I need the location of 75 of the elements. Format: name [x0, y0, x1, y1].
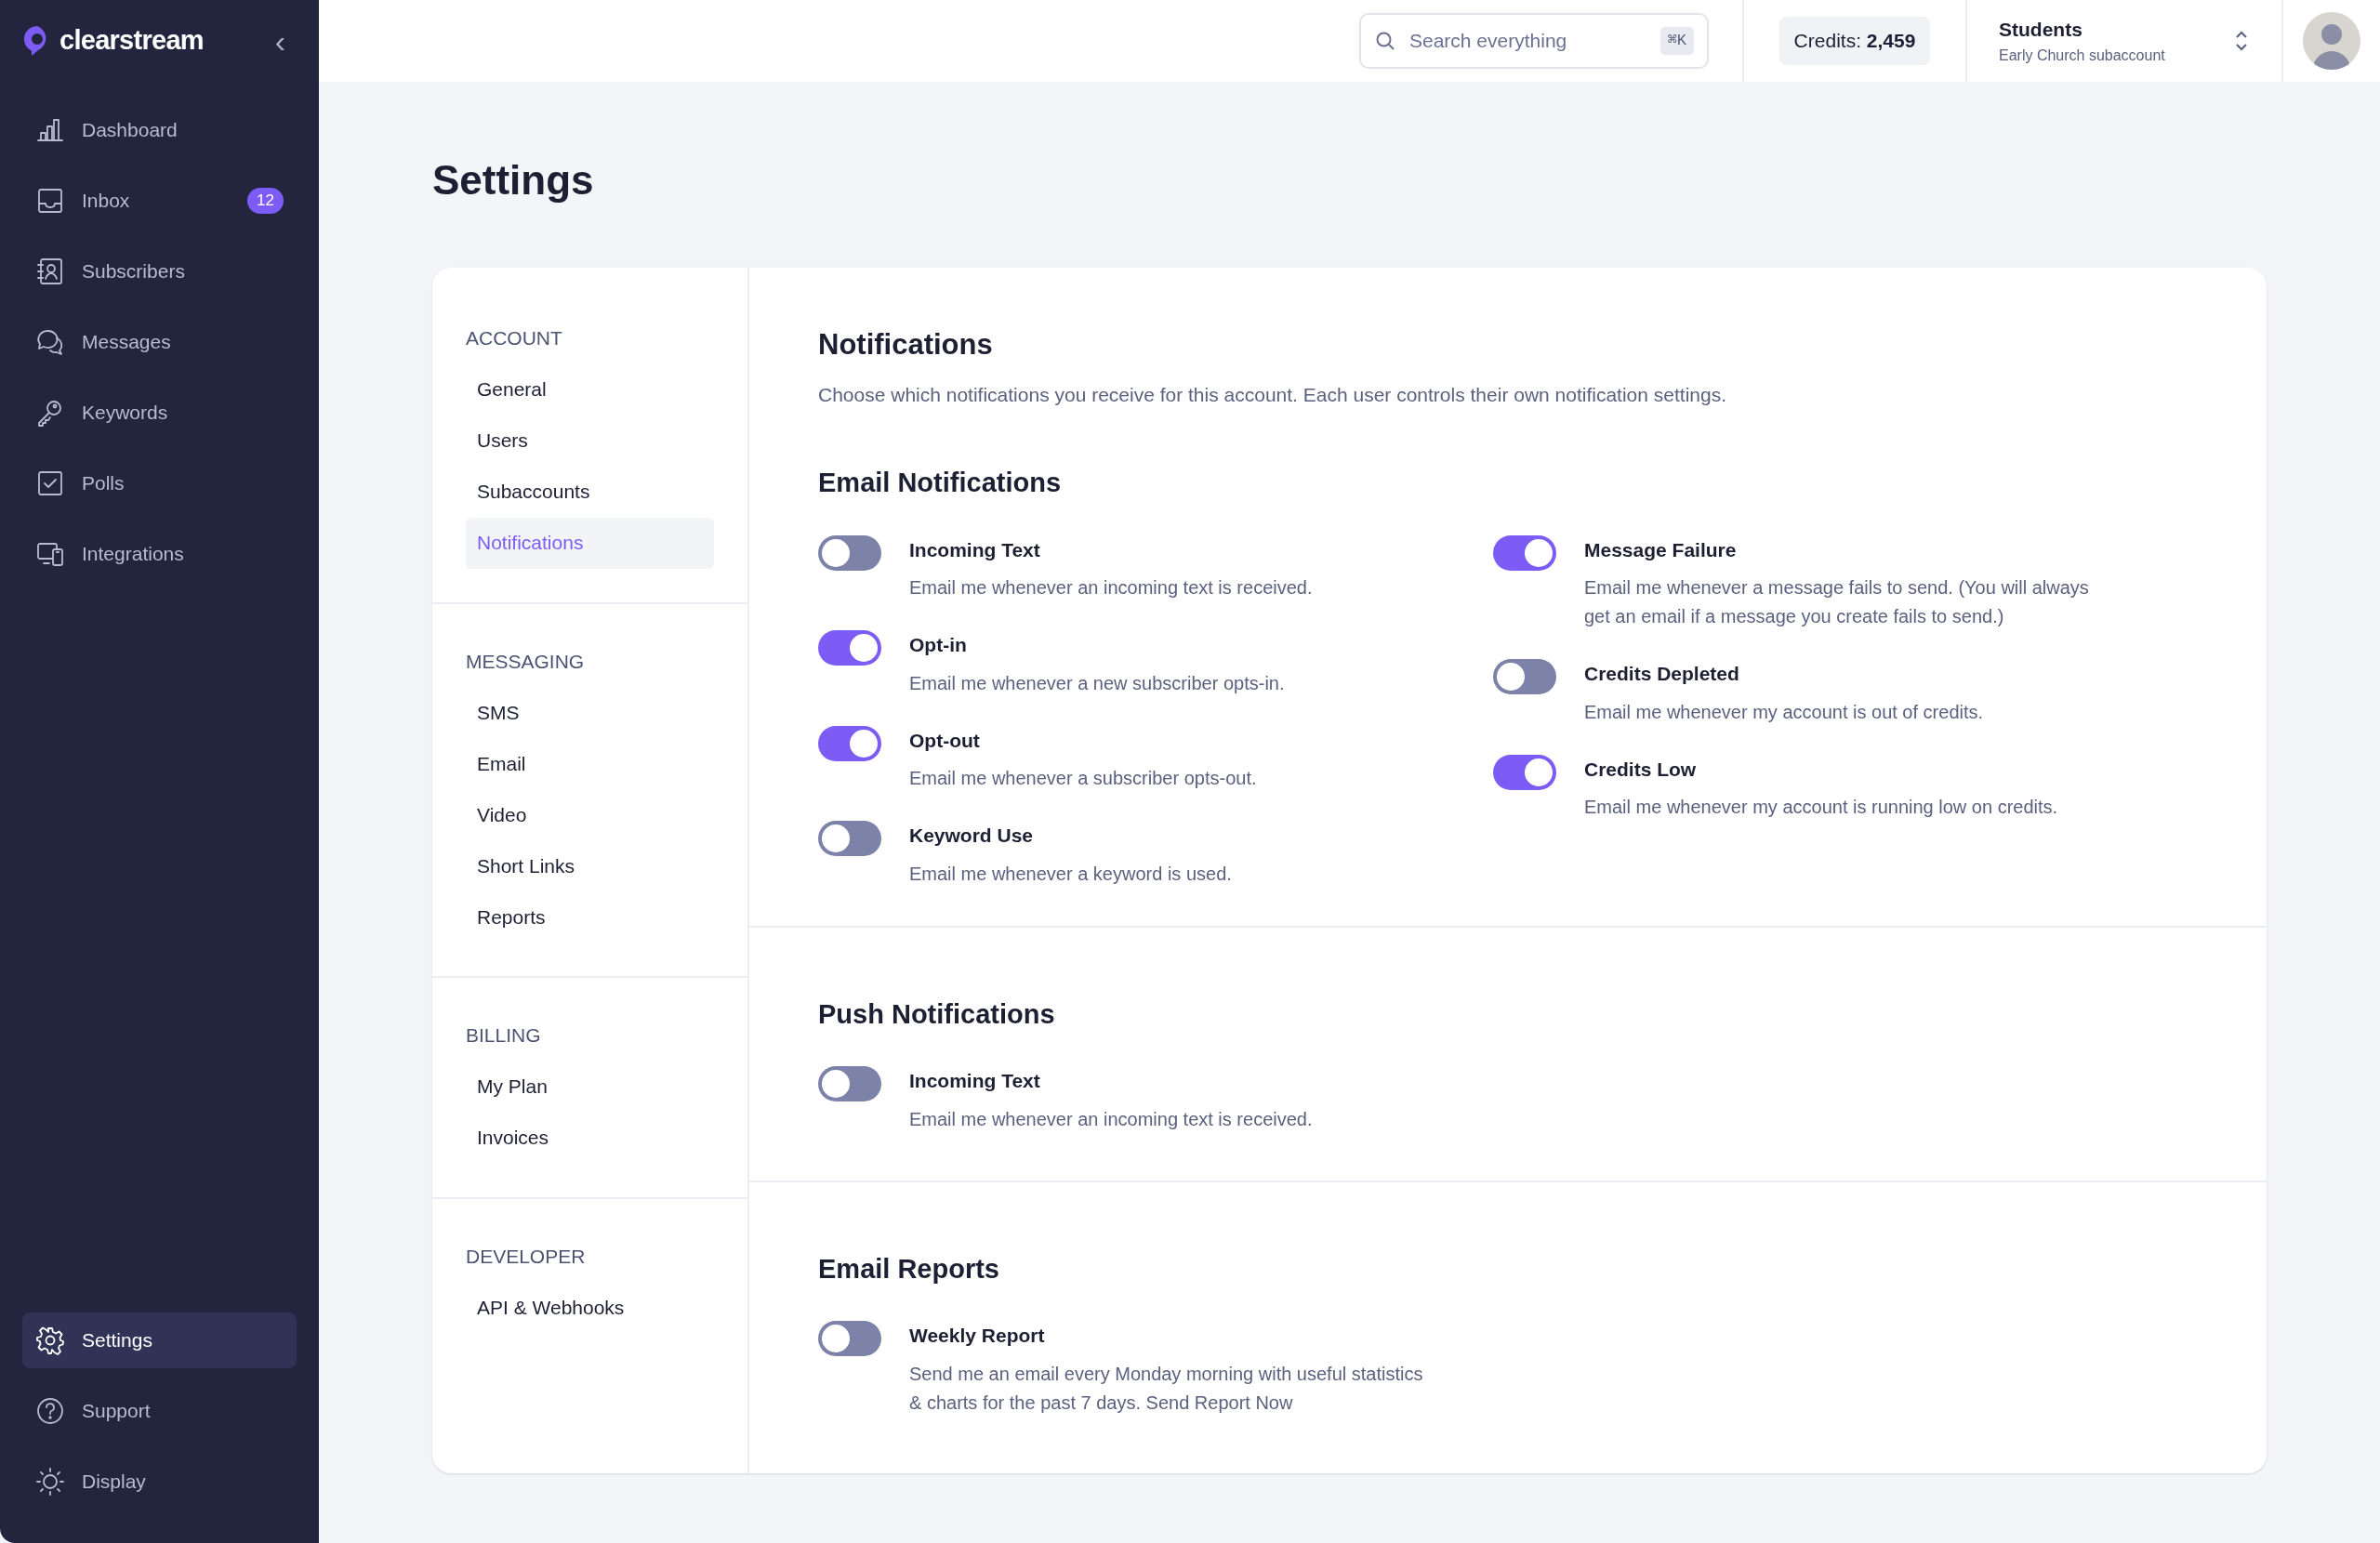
sidebar-item[interactable]: Dashboard: [22, 102, 297, 158]
option-title: Incoming Text: [909, 1069, 1041, 1093]
option-title: Opt-out: [909, 728, 981, 753]
settings-nav-item[interactable]: Video: [466, 789, 714, 840]
account-name: Students: [1999, 18, 2083, 43]
chat-bubbles-icon: [35, 327, 65, 357]
credits-badge: Credits: 2,459: [1778, 17, 1931, 65]
option-title: Incoming Text: [909, 537, 1041, 562]
settings-nav-item[interactable]: My Plan: [466, 1061, 714, 1113]
account-subtitle: Early Church subaccount: [1999, 46, 2165, 65]
nav-section-heading: MESSAGING: [466, 649, 586, 674]
section-title: Notifications: [818, 327, 994, 363]
sidebar-item[interactable]: Inbox 12: [22, 173, 297, 229]
settings-nav-item[interactable]: API & Webhooks: [466, 1282, 714, 1333]
sidebar-item[interactable]: Polls: [22, 455, 297, 511]
option-description: Email me whenever a new subscriber opts-in.: [909, 671, 1285, 695]
toggle-switch[interactable]: [818, 821, 881, 856]
settings-icon: [35, 1325, 65, 1355]
option-description: Email me whenever a subscriber opts-out.: [909, 767, 1257, 790]
nav-section-heading: ACCOUNT: [466, 326, 563, 350]
account-switcher[interactable]: Students Early Church subaccount: [1965, 0, 2281, 82]
option-description: Email me whenever a keyword is used.: [909, 862, 1232, 886]
toggle-switch[interactable]: [1493, 534, 1556, 571]
option-title: Message Failure: [1584, 537, 1738, 562]
toggle-switch[interactable]: [818, 725, 881, 761]
section-heading: Push Notifications: [818, 997, 1056, 1031]
help-circle-icon: [35, 1396, 65, 1426]
search-icon: [1374, 30, 1396, 52]
keyboard-shortcut: ⌘K: [1659, 27, 1694, 55]
nav-section-heading: DEVELOPER: [466, 1244, 587, 1269]
settings-nav-item[interactable]: Reports: [466, 891, 714, 943]
settings-nav-item[interactable]: Notifications: [466, 517, 714, 569]
settings-nav-item[interactable]: Users: [466, 415, 714, 467]
option-description: Email me whenever a message fails to send. (You will always get an email if a message you create fails to send.): [1584, 576, 2090, 628]
sidebar-item[interactable]: Messages: [22, 314, 297, 370]
sidebar-item[interactable]: Support: [22, 1383, 297, 1439]
settings-nav-item[interactable]: Email: [466, 738, 714, 789]
option-description: Email me whenever an incoming text is received.: [909, 576, 1313, 600]
toggle-switch[interactable]: [818, 534, 881, 571]
page-title: Settings: [432, 160, 595, 201]
option-title: Weekly Report: [909, 1324, 1046, 1348]
toggle-switch[interactable]: [1493, 754, 1556, 790]
settings-nav-item[interactable]: SMS: [466, 687, 714, 738]
toggle-switch[interactable]: [818, 1066, 881, 1101]
section-heading: Email Notifications: [818, 467, 1063, 499]
option-title: Opt-in: [909, 633, 968, 657]
count-badge: 12: [247, 188, 284, 214]
option-title: Keyword Use: [909, 824, 1035, 848]
option-description: Email me whenever an incoming text is received.: [909, 1107, 1313, 1131]
app-logo-text: clearstream: [60, 24, 204, 58]
toggle-switch[interactable]: [818, 630, 881, 666]
settings-nav-item[interactable]: Subaccounts: [466, 466, 714, 518]
settings-nav-item[interactable]: Short Links: [466, 840, 714, 891]
sidebar-item[interactable]: Settings: [22, 1312, 297, 1368]
sun-icon: [35, 1467, 65, 1497]
option-description: Send me an email every Monday morning with useful statistics & charts for the past 7 days. Send Report Now: [909, 1362, 1424, 1415]
collapse-sidebar-button[interactable]: ‹: [274, 25, 285, 57]
sidebar-item[interactable]: Display: [22, 1454, 297, 1510]
toggle-switch[interactable]: [818, 1321, 881, 1356]
section-description: Choose which notifications you receive for this account. Each user controls their own notification settings.: [818, 382, 1727, 407]
settings-nav-item[interactable]: General: [466, 363, 714, 415]
checkbox-icon: [35, 468, 65, 498]
contact-book-icon: [35, 257, 65, 286]
option-title: Credits Low: [1584, 757, 1698, 782]
sidebar-item[interactable]: Integrations: [22, 526, 297, 582]
option-description: Email me whenever my account is out of credits.: [1584, 700, 1984, 724]
settings-nav-item[interactable]: Invoices: [466, 1112, 714, 1164]
option-description: Email me whenever my account is running low on credits.: [1584, 796, 2058, 819]
section-heading: Email Reports: [818, 1252, 1000, 1286]
sidebar-item[interactable]: Subscribers: [22, 244, 297, 299]
inbox-icon: [35, 186, 65, 216]
option-title: Credits Depleted: [1584, 662, 1740, 686]
toggle-switch[interactable]: [1493, 659, 1556, 694]
sidebar-item[interactable]: Keywords: [22, 385, 297, 441]
nav-section-heading: BILLING: [466, 1023, 542, 1048]
